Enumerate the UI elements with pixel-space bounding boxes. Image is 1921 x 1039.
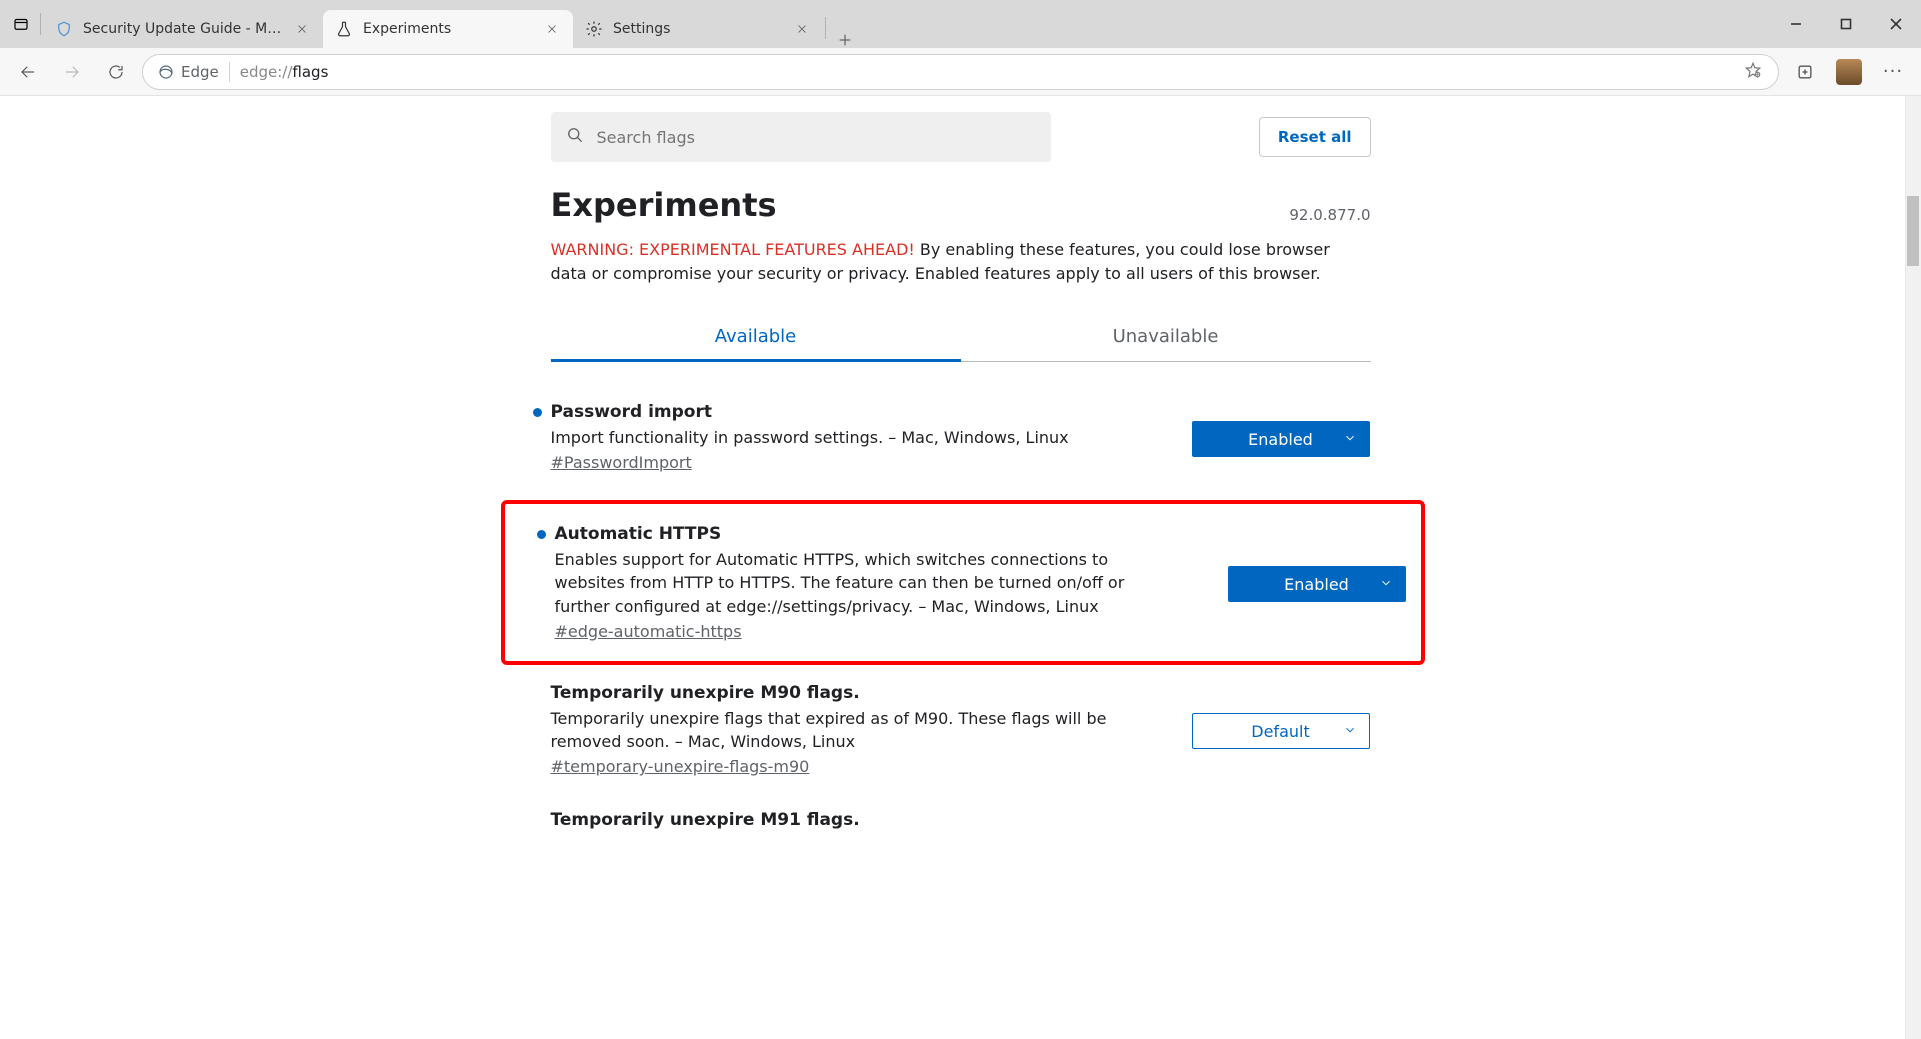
- flag-hash-link[interactable]: #temporary-unexpire-flags-m90: [551, 757, 810, 776]
- favorite-button[interactable]: [1744, 61, 1764, 83]
- select-label: Default: [1251, 722, 1309, 741]
- tab-experiments[interactable]: Experiments: [323, 10, 573, 48]
- address-bar[interactable]: Edge edge://flags: [142, 54, 1779, 90]
- tab-unavailable[interactable]: Unavailable: [961, 312, 1371, 361]
- scrollbar-thumb[interactable]: [1907, 196, 1919, 266]
- toolbar: Edge edge://flags ···: [0, 48, 1921, 96]
- flag-state-select[interactable]: Enabled: [1228, 566, 1406, 602]
- select-label: Enabled: [1248, 430, 1313, 449]
- url-text: edge://flags: [240, 63, 1734, 81]
- flag-row: Automatic HTTPS Enables support for Autom…: [501, 500, 1425, 665]
- flag-description: Enables support for Automatic HTTPS, whi…: [555, 548, 1175, 618]
- flag-row: Temporarily unexpire M90 flags. Temporari…: [551, 671, 1371, 798]
- version-label: 92.0.877.0: [1289, 206, 1370, 224]
- back-button[interactable]: [10, 54, 46, 90]
- search-icon: [565, 125, 585, 149]
- avatar: [1836, 59, 1862, 85]
- flag-hash-link[interactable]: #PasswordImport: [551, 453, 692, 472]
- page-viewport: Reset all Experiments 92.0.877.0 WARNING…: [0, 96, 1921, 1039]
- chevron-down-icon: [1343, 722, 1357, 741]
- page-title: Experiments: [551, 186, 777, 224]
- flag-title: Password import: [551, 402, 1165, 422]
- chevron-down-icon: [1343, 430, 1357, 449]
- shield-icon: [55, 20, 73, 38]
- search-flags-input[interactable]: [551, 112, 1051, 162]
- new-tab-button[interactable]: [828, 32, 862, 48]
- flag-description: Import functionality in password setting…: [551, 426, 1165, 449]
- tab-security-guide[interactable]: Security Update Guide - Microso: [43, 10, 323, 48]
- modified-indicator-icon: [537, 530, 546, 539]
- flag-row: Temporarily unexpire M91 flags.: [551, 798, 1371, 856]
- flag-title: Automatic HTTPS: [555, 524, 1201, 544]
- titlebar: Security Update Guide - Microso Experime…: [0, 0, 1921, 48]
- modified-indicator-icon: [533, 408, 542, 417]
- flag-row: Password import Import functionality in p…: [551, 390, 1371, 494]
- close-icon[interactable]: [293, 20, 311, 38]
- close-icon[interactable]: [543, 20, 561, 38]
- flag-title: Temporarily unexpire M90 flags.: [551, 683, 1165, 703]
- close-window-button[interactable]: [1871, 5, 1921, 43]
- site-identity[interactable]: Edge: [157, 63, 219, 81]
- flag-title: Temporarily unexpire M91 flags.: [551, 810, 1371, 830]
- tab-label: Experiments: [363, 21, 533, 37]
- flag-state-select[interactable]: Enabled: [1192, 421, 1370, 457]
- tab-strip: Security Update Guide - Microso Experime…: [43, 0, 1771, 48]
- flask-icon: [335, 20, 353, 38]
- profile-button[interactable]: [1831, 54, 1867, 90]
- gear-icon: [585, 20, 603, 38]
- scrollbar[interactable]: [1905, 96, 1921, 1039]
- divider: [229, 62, 230, 82]
- window-controls: [1771, 0, 1921, 48]
- flag-state-select[interactable]: Default: [1192, 713, 1370, 749]
- select-label: Enabled: [1284, 575, 1349, 594]
- edge-logo-icon: [157, 63, 175, 81]
- site-identity-label: Edge: [181, 63, 219, 81]
- warning-label: WARNING: EXPERIMENTAL FEATURES AHEAD!: [551, 240, 915, 259]
- forward-button[interactable]: [54, 54, 90, 90]
- close-icon[interactable]: [793, 20, 811, 38]
- flags-list: Password import Import functionality in p…: [551, 390, 1371, 856]
- tab-actions-button[interactable]: [8, 0, 38, 48]
- search-flags-field[interactable]: [597, 128, 1037, 147]
- flags-tabs: Available Unavailable: [551, 312, 1371, 362]
- tab-settings[interactable]: Settings: [573, 10, 823, 48]
- minimize-button[interactable]: [1771, 5, 1821, 43]
- flag-description: Temporarily unexpire flags that expired …: [551, 707, 1165, 753]
- chevron-down-icon: [1379, 575, 1393, 594]
- warning-text: WARNING: EXPERIMENTAL FEATURES AHEAD! By…: [551, 238, 1371, 286]
- more-icon: ···: [1883, 61, 1903, 82]
- flag-hash-link[interactable]: #edge-automatic-https: [555, 622, 742, 641]
- reset-all-button[interactable]: Reset all: [1259, 117, 1371, 157]
- tab-available[interactable]: Available: [551, 312, 961, 361]
- reload-button[interactable]: [98, 54, 134, 90]
- collections-button[interactable]: [1787, 54, 1823, 90]
- tab-label: Security Update Guide - Microso: [83, 21, 283, 37]
- tab-label: Settings: [613, 21, 783, 37]
- menu-button[interactable]: ···: [1875, 54, 1911, 90]
- maximize-button[interactable]: [1821, 5, 1871, 43]
